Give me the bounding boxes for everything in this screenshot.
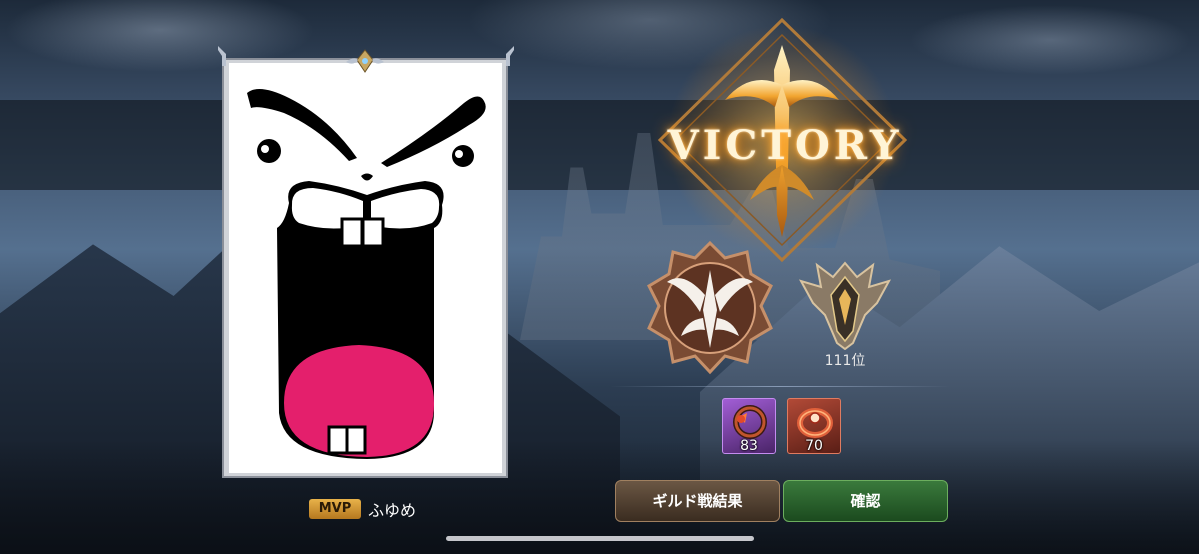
guild-battle-result-button[interactable]: ギルド戦結果 [615,480,780,522]
guild-crest-icon [647,240,773,375]
screaming-rabbit-face-image [247,89,486,459]
confirm-button[interactable]: 確認 [783,480,948,522]
bracelet-icon [733,405,767,439]
reward-item-ring[interactable]: 70 [787,398,841,454]
guild-rank: 111位 [824,353,866,369]
mvp-badge: MVP [309,499,361,519]
frame-crest-icon [346,49,384,73]
dark-banner-band [0,100,1199,190]
reward-divider [610,386,950,387]
home-indicator[interactable] [446,536,754,541]
victory-title: VICTORY [667,122,903,169]
mvp-portrait [229,63,502,473]
reward-item-bracelet[interactable]: 83 [722,398,776,454]
reward-item-count: 83 [740,438,758,454]
reward-item-count: 70 [805,438,823,454]
rank-crest-icon [798,261,892,350]
frame-corner-right-icon [506,46,514,66]
frame-corner-left-icon [218,46,226,66]
ring-icon [797,408,833,438]
mvp-player-name: ふゆめ [368,501,417,520]
